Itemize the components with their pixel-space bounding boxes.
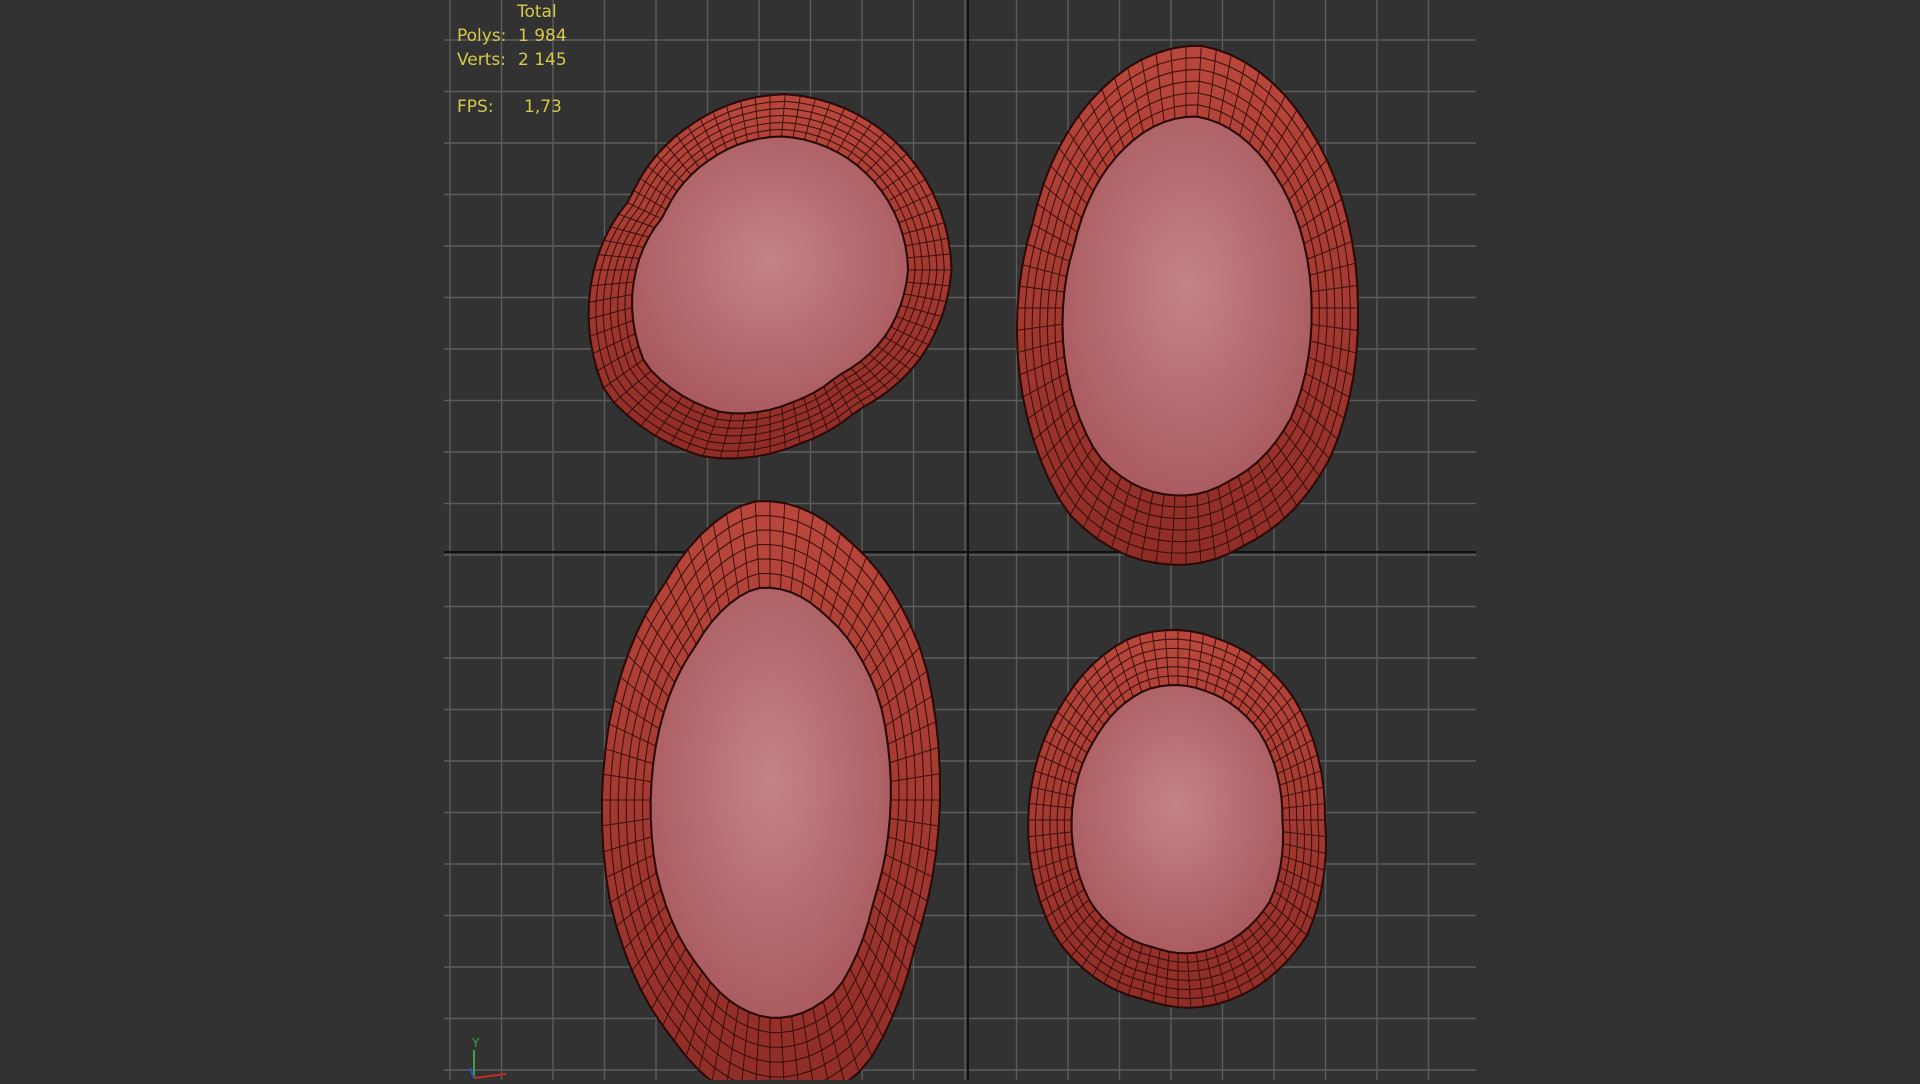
ring-top-left [587, 93, 953, 460]
mesh-inner-face [1070, 684, 1285, 955]
verts-value: 2 145 [518, 50, 567, 70]
ring-bottom-right [1027, 628, 1328, 1009]
fps-value: 1,73 [524, 97, 562, 117]
polys-value: 1 984 [518, 26, 567, 46]
viewport-canvas[interactable] [0, 0, 1920, 1084]
gizmo-y-label: Y [472, 1036, 480, 1050]
ring-bottom-left [600, 500, 942, 1084]
polys-label: Polys: [457, 26, 507, 46]
stats-header: Total [517, 2, 557, 22]
fps-label: FPS: [457, 97, 494, 117]
verts-label: Verts: [457, 50, 507, 70]
mesh-group [587, 44, 1360, 1084]
axis-gizmo [469, 1050, 507, 1079]
3d-viewport[interactable]: Total Polys: 1 984 Verts: 2 145 FPS: 1,7… [0, 0, 1920, 1084]
